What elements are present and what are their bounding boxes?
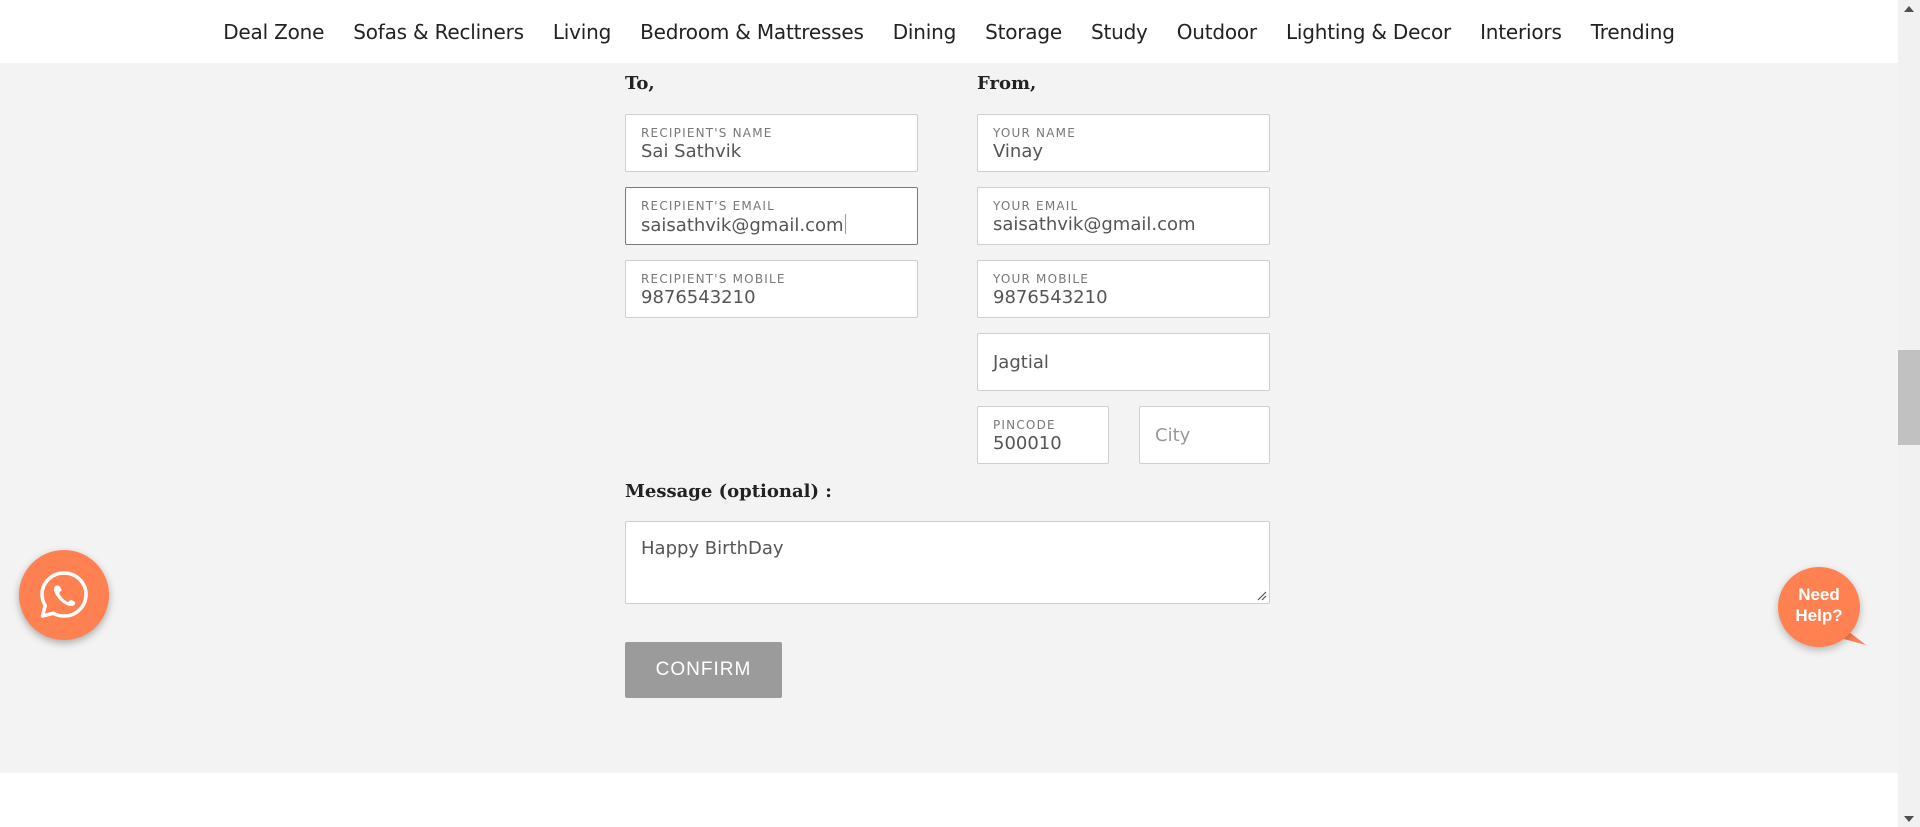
- message-textarea[interactable]: Happy BirthDay: [625, 521, 1270, 604]
- nav-item-study[interactable]: Study: [1076, 20, 1162, 44]
- message-value: Happy BirthDay: [641, 538, 784, 559]
- from-heading: From,: [977, 73, 1037, 94]
- your-name-value: Vinay: [993, 141, 1044, 162]
- nav-item-outdoor[interactable]: Outdoor: [1162, 20, 1271, 44]
- scroll-up-arrow-icon[interactable]: [1898, 0, 1920, 17]
- city-field[interactable]: City: [1139, 406, 1270, 464]
- recipient-mobile-label: RECIPIENT'S MOBILE: [641, 272, 786, 286]
- your-mobile-label: YOUR MOBILE: [993, 272, 1090, 286]
- need-help-line2: Help?: [1795, 606, 1843, 625]
- pincode-value: 500010: [993, 433, 1062, 454]
- recipient-mobile-field[interactable]: RECIPIENT'S MOBILE 9876543210: [625, 260, 918, 318]
- gift-card-form-section: To, From, RECIPIENT'S NAME Sai Sathvik R…: [0, 63, 1898, 773]
- scroll-down-arrow-icon[interactable]: [1898, 810, 1920, 827]
- recipient-mobile-value: 9876543210: [641, 287, 756, 308]
- nav-menu: Deal Zone Sofas & Recliners Living Bedro…: [209, 20, 1690, 44]
- nav-item-bedroom-mattresses[interactable]: Bedroom & Mattresses: [626, 20, 879, 44]
- recipient-email-field[interactable]: RECIPIENT'S EMAIL saisathvik@gmail.com: [625, 187, 918, 245]
- nav-item-sofas-recliners[interactable]: Sofas & Recliners: [339, 20, 539, 44]
- pincode-field[interactable]: PINCODE 500010: [977, 406, 1109, 464]
- your-email-field[interactable]: YOUR EMAIL saisathvik@gmail.com: [977, 187, 1270, 245]
- nav-item-living[interactable]: Living: [538, 20, 625, 44]
- need-help-line1: Need: [1798, 585, 1840, 604]
- city-placeholder: City: [1155, 425, 1191, 446]
- to-heading: To,: [625, 73, 655, 94]
- scrollbar-thumb[interactable]: [1898, 350, 1920, 445]
- your-name-field[interactable]: YOUR NAME Vinay: [977, 114, 1270, 172]
- address-value: Jagtial: [993, 352, 1049, 373]
- nav-item-storage[interactable]: Storage: [971, 20, 1077, 44]
- pincode-label: PINCODE: [993, 418, 1056, 432]
- your-email-value: saisathvik@gmail.com: [993, 214, 1196, 235]
- your-mobile-field[interactable]: YOUR MOBILE 9876543210: [977, 260, 1270, 318]
- recipient-email-value: saisathvik@gmail.com: [641, 215, 844, 236]
- nav-item-deal-zone[interactable]: Deal Zone: [209, 20, 339, 44]
- footer-area: [0, 773, 1898, 827]
- recipient-email-label: RECIPIENT'S EMAIL: [641, 199, 776, 213]
- text-caret: [844, 214, 847, 234]
- your-email-label: YOUR EMAIL: [993, 199, 1079, 213]
- your-mobile-value: 9876543210: [993, 287, 1108, 308]
- top-navigation: Deal Zone Sofas & Recliners Living Bedro…: [0, 0, 1898, 63]
- nav-item-interiors[interactable]: Interiors: [1466, 20, 1577, 44]
- whatsapp-icon: [40, 571, 88, 618]
- recipient-email-value-wrap: saisathvik@gmail.com: [641, 214, 847, 236]
- recipient-name-label: RECIPIENT'S NAME: [641, 126, 773, 140]
- nav-item-dining[interactable]: Dining: [878, 20, 970, 44]
- address-field[interactable]: Jagtial: [977, 333, 1270, 391]
- whatsapp-button[interactable]: [19, 550, 109, 640]
- recipient-name-value: Sai Sathvik: [641, 141, 742, 162]
- resize-handle-icon[interactable]: [1255, 589, 1267, 601]
- nav-item-lighting-decor[interactable]: Lighting & Decor: [1271, 20, 1465, 44]
- your-name-label: YOUR NAME: [993, 126, 1076, 140]
- nav-item-trending[interactable]: Trending: [1576, 20, 1689, 44]
- need-help-text: Need Help?: [1778, 584, 1860, 626]
- need-help-button[interactable]: Need Help?: [1778, 567, 1866, 647]
- confirm-button[interactable]: CONFIRM: [625, 642, 782, 698]
- recipient-name-field[interactable]: RECIPIENT'S NAME Sai Sathvik: [625, 114, 918, 172]
- message-heading: Message (optional) :: [625, 481, 832, 502]
